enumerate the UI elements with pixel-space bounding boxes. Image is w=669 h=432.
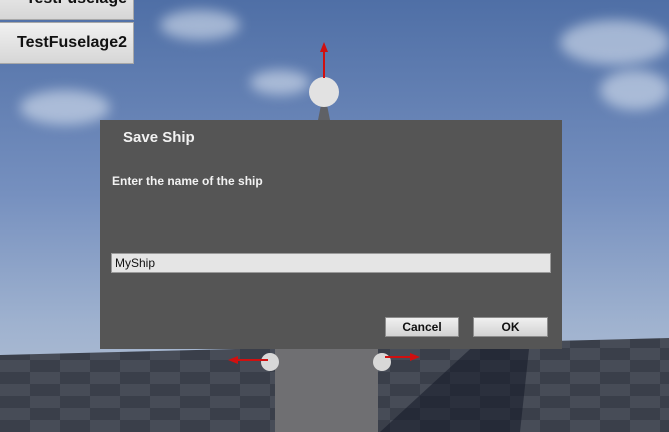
fuselage2-button[interactable]: TestFuselage2 <box>0 22 134 64</box>
gizmo-arrow-up-head <box>320 42 328 52</box>
gizmo-sphere <box>373 353 391 371</box>
dialog-title: Save Ship <box>123 129 195 146</box>
ok-button[interactable]: OK <box>473 317 548 337</box>
save-ship-dialog: Save Ship Enter the name of the ship Can… <box>100 120 562 349</box>
fuselage-button-label: TestFuselage <box>26 0 127 8</box>
mast <box>318 105 330 120</box>
fuselage-button[interactable]: TestFuselage <box>0 0 134 20</box>
cancel-button[interactable]: Cancel <box>385 317 459 337</box>
ship-body <box>275 349 378 432</box>
ship-name-input[interactable] <box>111 253 551 273</box>
gizmo-sphere <box>261 353 279 371</box>
gizmo-sphere-top <box>309 77 339 107</box>
dialog-prompt: Enter the name of the ship <box>112 174 263 188</box>
fuselage2-button-label: TestFuselage2 <box>17 34 127 51</box>
